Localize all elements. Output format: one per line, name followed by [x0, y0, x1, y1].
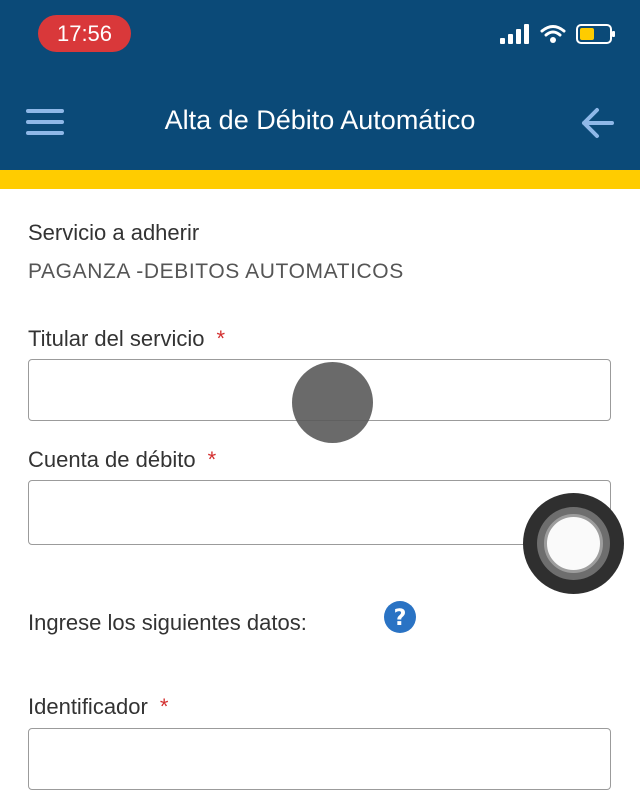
question-circle-icon[interactable]: ? — [383, 600, 417, 634]
instructions-text: Ingrese los siguientes datos: — [28, 610, 307, 635]
account-label-text: Cuenta de débito — [28, 447, 196, 472]
identifier-label-text: Identificador — [28, 694, 148, 719]
app-header: Alta de Débito Automático — [0, 80, 640, 170]
required-mark: * — [207, 447, 217, 472]
svg-text:?: ? — [394, 606, 407, 631]
status-icons — [500, 24, 616, 44]
identifier-field[interactable] — [28, 728, 611, 790]
required-mark: * — [216, 326, 226, 351]
identifier-label: Identificador * — [28, 694, 168, 720]
holder-label: Titular del servicio * — [28, 326, 225, 352]
holder-label-text: Titular del servicio — [28, 326, 205, 351]
arrow-left-icon[interactable] — [580, 106, 614, 140]
header-accent-strip — [0, 170, 640, 189]
required-mark: * — [159, 694, 169, 719]
identifier-input[interactable] — [29, 729, 610, 789]
service-value: PAGANZA -DEBITOS AUTOMATICOS — [28, 260, 404, 283]
service-label: Servicio a adherir — [28, 220, 200, 245]
touch-indicator — [292, 362, 373, 443]
account-label: Cuenta de débito * — [28, 447, 216, 473]
assistive-touch-center — [544, 514, 603, 573]
cellular-signal-icon — [500, 24, 529, 44]
wifi-icon — [540, 25, 566, 43]
status-time: 17:56 — [38, 15, 131, 52]
page-title: Alta de Débito Automático — [164, 105, 476, 135]
assistive-touch-button[interactable] — [523, 493, 624, 594]
status-bar: 17:56 — [0, 0, 640, 80]
battery-icon — [576, 24, 615, 44]
